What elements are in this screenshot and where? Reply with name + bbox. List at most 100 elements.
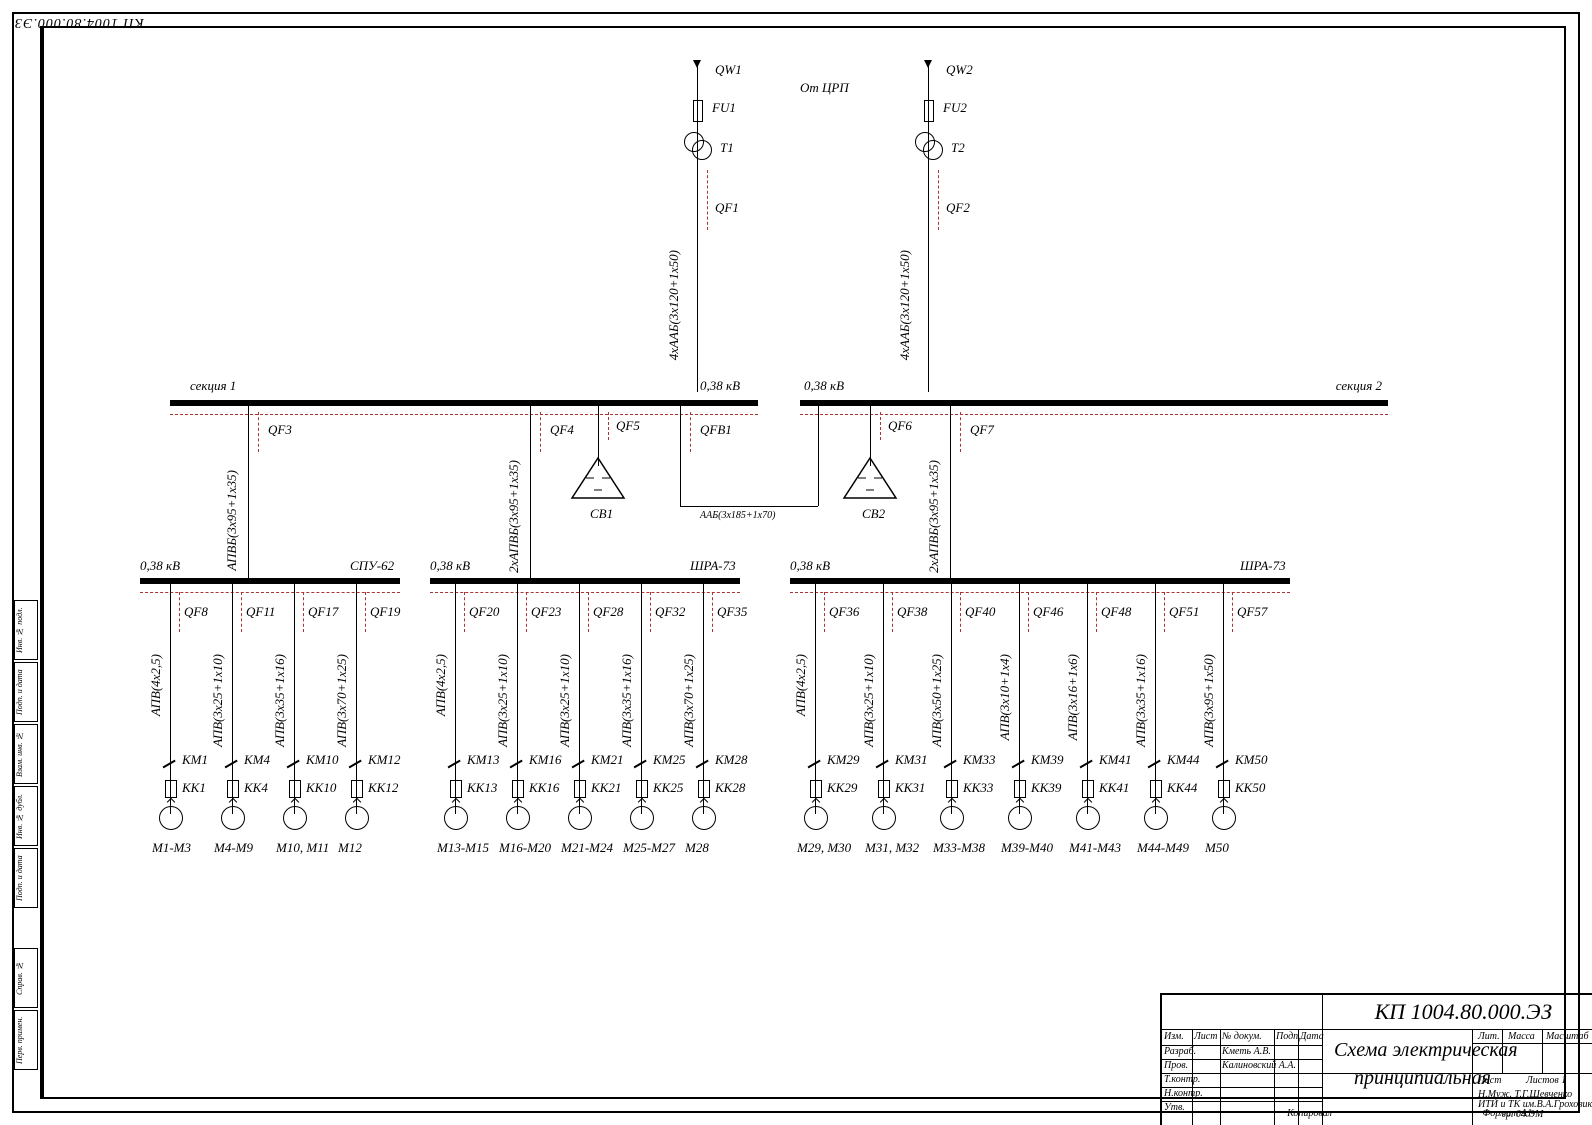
tie-cable-label: ААБ(3х185+1х70) bbox=[700, 510, 775, 521]
motor-label: M13-M15 bbox=[437, 840, 489, 856]
thermal-relay bbox=[1082, 780, 1094, 798]
thermal-relay bbox=[227, 780, 239, 798]
cable-label: АПВ(3х50+1х25) bbox=[929, 654, 945, 747]
qf4-label: QF4 bbox=[550, 422, 574, 438]
cable-label: АПВ(3х16+1х6) bbox=[1065, 654, 1081, 740]
km-label: KM16 bbox=[529, 752, 562, 768]
subbus-a-volt: 0,38 кВ bbox=[140, 558, 180, 574]
kk-label: KK10 bbox=[306, 780, 336, 796]
motor-label: M1-M3 bbox=[152, 840, 191, 856]
subbus-c-name: ШРА-73 bbox=[1240, 558, 1286, 574]
qf-label: QF46 bbox=[1033, 604, 1063, 620]
km-label: KM44 bbox=[1167, 752, 1200, 768]
left-margin-cells: Инв. № подл. Подп. и дата Взам. инв. № И… bbox=[14, 600, 38, 1080]
tb-col-masht: Масштаб bbox=[1546, 1031, 1589, 1042]
qf-label: QF19 bbox=[370, 604, 400, 620]
cb2-label: CB2 bbox=[862, 506, 885, 522]
tb-utv: Утв. bbox=[1164, 1102, 1185, 1113]
tb-title1: Схема электрическая bbox=[1334, 1039, 1518, 1062]
contactor bbox=[810, 759, 820, 769]
qw2-label: QW2 bbox=[946, 62, 973, 78]
qf-label: QF11 bbox=[246, 604, 275, 620]
section1-volt: 0,38 кВ bbox=[700, 378, 740, 394]
title-block: КП 1004.80.000.ЭЗ Схема электрическая пр… bbox=[1160, 993, 1592, 1125]
subbus-b-name: ШРА-73 bbox=[690, 558, 736, 574]
km-label: KM25 bbox=[653, 752, 686, 768]
qf-label: QF36 bbox=[829, 604, 859, 620]
cable-label: АПВ(3х35+1х16) bbox=[619, 654, 635, 747]
cable-label: АПВ(3х25+1х10) bbox=[557, 654, 573, 747]
bus-section1 bbox=[170, 400, 758, 406]
tb-list: Лист bbox=[1194, 1031, 1217, 1042]
contactor bbox=[1082, 759, 1092, 769]
riser7-cable: 2хАПВБ(3х95+1х35) bbox=[926, 460, 942, 573]
km-label: KM29 bbox=[827, 752, 860, 768]
thermal-relay bbox=[165, 780, 177, 798]
motor-symbol bbox=[940, 806, 964, 830]
motor-symbol bbox=[444, 806, 468, 830]
qf3-label: QF3 bbox=[268, 422, 292, 438]
contactor bbox=[1218, 759, 1228, 769]
thermal-relay bbox=[878, 780, 890, 798]
motor-symbol bbox=[506, 806, 530, 830]
capacitor-cb1 bbox=[572, 458, 624, 502]
motor-symbol bbox=[804, 806, 828, 830]
motor-label: M10, M11 bbox=[276, 840, 329, 856]
cable-label: АПВ(3х35+1х16) bbox=[1133, 654, 1149, 747]
cable-label: АПВ(3х25+1х10) bbox=[210, 654, 226, 747]
kk-label: KK28 bbox=[715, 780, 745, 796]
fuse-fu2 bbox=[924, 100, 934, 122]
subbus-c bbox=[790, 578, 1290, 584]
cable-label: АПВ(4х2,5) bbox=[793, 654, 809, 716]
contactor bbox=[698, 759, 708, 769]
motor-label: M39-M40 bbox=[1001, 840, 1053, 856]
tb-code: КП 1004.80.000.ЭЗ bbox=[1375, 999, 1552, 1025]
tb-format: Формат А1 bbox=[1482, 1108, 1532, 1119]
qf5-label: QF5 bbox=[616, 418, 640, 434]
motor-symbol bbox=[283, 806, 307, 830]
motor-label: M16-M20 bbox=[499, 840, 551, 856]
motor-symbol bbox=[159, 806, 183, 830]
contactor bbox=[1150, 759, 1160, 769]
thermal-relay bbox=[512, 780, 524, 798]
motor-symbol bbox=[221, 806, 245, 830]
motor-symbol bbox=[345, 806, 369, 830]
motor-label: M33-M38 bbox=[933, 840, 985, 856]
cable-label: АПВ(3х25+1х10) bbox=[861, 654, 877, 747]
motor-label: M44-M49 bbox=[1137, 840, 1189, 856]
cable-label: АПВ(3х95+1х50) bbox=[1201, 654, 1217, 747]
thermal-relay bbox=[810, 780, 822, 798]
thermal-relay bbox=[1014, 780, 1026, 798]
thermal-relay bbox=[1218, 780, 1230, 798]
km-label: KM21 bbox=[591, 752, 624, 768]
tb-title2: принципиальная bbox=[1354, 1067, 1491, 1090]
tb-podp: Подп. bbox=[1276, 1031, 1301, 1042]
motor-symbol bbox=[1212, 806, 1236, 830]
km-label: KM13 bbox=[467, 752, 500, 768]
cable-label: АПВ(3х70+1х25) bbox=[334, 654, 350, 747]
motor-label: M4-M9 bbox=[214, 840, 253, 856]
qf-label: QF35 bbox=[717, 604, 747, 620]
cable-label: АПВ(3х10+1х4) bbox=[997, 654, 1013, 740]
qf-label: QF51 bbox=[1169, 604, 1199, 620]
thermal-relay bbox=[698, 780, 710, 798]
subbus-c-volt: 0,38 кВ bbox=[790, 558, 830, 574]
motor-label: M12 bbox=[338, 840, 362, 856]
fu2-label: FU2 bbox=[943, 100, 967, 116]
subbus-b bbox=[430, 578, 740, 584]
tb-tkontr: Т.контр. bbox=[1164, 1074, 1200, 1085]
bus-section2 bbox=[800, 400, 1388, 406]
thermal-relay bbox=[1150, 780, 1162, 798]
qf2-label: QF2 bbox=[946, 200, 970, 216]
motor-label: M28 bbox=[685, 840, 709, 856]
section2-volt: 0,38 кВ bbox=[804, 378, 844, 394]
motor-symbol bbox=[1008, 806, 1032, 830]
cable-label: АПВ(3х70+1х25) bbox=[681, 654, 697, 747]
contactor bbox=[512, 759, 522, 769]
contactor bbox=[878, 759, 888, 769]
tb-data: Дата bbox=[1300, 1031, 1324, 1042]
cb1-label: CB1 bbox=[590, 506, 613, 522]
tb-izm: Изм. bbox=[1164, 1031, 1184, 1042]
thermal-relay bbox=[450, 780, 462, 798]
t1-label: T1 bbox=[720, 140, 734, 156]
